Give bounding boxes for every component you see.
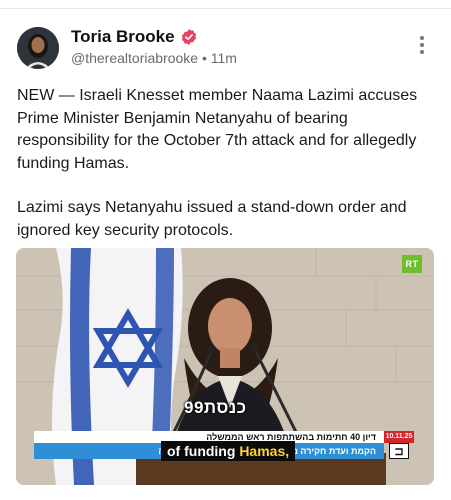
channel-logo: כנסת99 — [184, 398, 247, 417]
caption-text: of funding — [167, 443, 236, 459]
author-row: Toria Brooke — [71, 27, 198, 47]
video-thumbnail[interactable]: RT כנסת99 דיון 40 חתימות בהשתתפות ראש המ… — [16, 248, 434, 485]
author-name[interactable]: Toria Brooke — [71, 27, 175, 47]
post-paragraph: NEW — Israeli Knesset member Naama Lazim… — [17, 87, 418, 172]
subtitle-caption: of funding Hamas, — [161, 441, 296, 461]
post-time[interactable]: 11m — [211, 50, 237, 66]
ticker-date: 10.11.25 — [384, 431, 414, 443]
handle[interactable]: @therealtoriabrooke — [71, 50, 198, 66]
channel-badge-icon: ⊐ — [389, 443, 409, 459]
more-vertical-icon[interactable] — [417, 36, 427, 58]
avatar[interactable] — [17, 27, 59, 69]
handle-time: @therealtoriabrooke • 11m — [71, 50, 237, 66]
verified-badge-icon — [181, 29, 196, 45]
post-body: NEW — Israeli Knesset member Naama Lazim… — [17, 85, 432, 242]
broadcaster-logo: RT — [402, 255, 422, 273]
top-divider — [0, 0, 451, 9]
post-paragraph: Lazimi says Netanyahu issued a stand-dow… — [17, 199, 407, 239]
separator-dot: • — [201, 50, 207, 66]
caption-highlight: Hamas, — [239, 443, 290, 459]
